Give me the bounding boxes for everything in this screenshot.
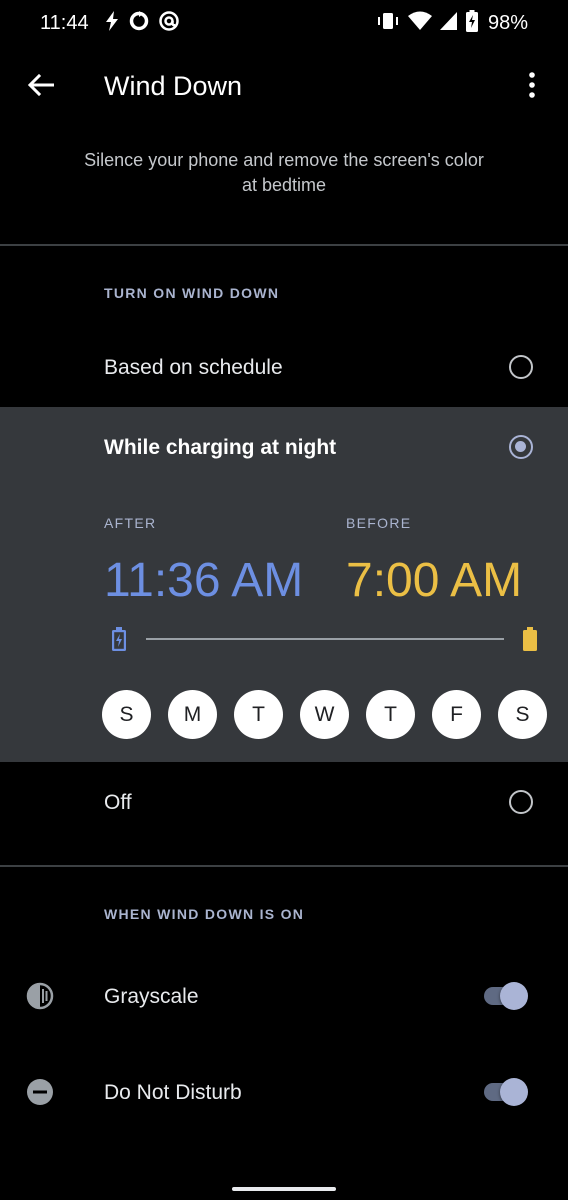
option-label: Based on schedule [104, 356, 283, 379]
day-wednesday[interactable]: W [300, 690, 349, 739]
overflow-menu-button[interactable] [514, 66, 550, 104]
option-label-off: Off [104, 791, 132, 814]
back-button[interactable] [22, 66, 60, 104]
wifi-icon [407, 11, 432, 36]
day-tuesday[interactable]: T [234, 690, 283, 739]
after-label: AFTER [104, 515, 157, 531]
at-icon [158, 10, 180, 37]
vibrate-icon [376, 11, 400, 36]
divider [0, 244, 568, 246]
toggle-thumb [500, 982, 528, 1010]
status-icons-right: 98% [376, 9, 528, 37]
battery-full-icon [523, 627, 537, 656]
option-off[interactable]: Off [0, 763, 568, 843]
overflow-menu-icon [529, 72, 535, 98]
grayscale-toggle[interactable] [484, 981, 530, 1011]
flash-icon [104, 10, 120, 36]
day-sunday[interactable]: S [102, 690, 151, 739]
grayscale-icon [26, 982, 54, 1015]
setting-grayscale[interactable]: Grayscale [0, 950, 568, 1042]
day-saturday[interactable]: S [498, 690, 547, 739]
page-description: Silence your phone and remove the screen… [84, 150, 484, 195]
battery-charging-start-icon [112, 627, 126, 656]
do-not-disturb-icon [26, 1078, 54, 1111]
before-time[interactable]: 7:00 AM [346, 553, 522, 609]
day-thursday[interactable]: T [366, 690, 415, 739]
radio-based-on-schedule[interactable] [509, 355, 533, 379]
charging-timeline [146, 638, 504, 640]
radio-while-charging[interactable] [509, 435, 533, 459]
battery-charging-icon [465, 9, 478, 37]
after-time[interactable]: 11:36 AM [104, 553, 303, 609]
section-header-when-on: WHEN WIND DOWN IS ON [104, 906, 305, 922]
day-monday[interactable]: M [168, 690, 217, 739]
home-indicator[interactable] [232, 1187, 336, 1191]
section-header-turn-on: TURN ON WIND DOWN [104, 285, 280, 301]
sync-icon [128, 10, 150, 37]
day-friday[interactable]: F [432, 690, 481, 739]
setting-label-do-not-disturb: Do Not Disturb [104, 1081, 242, 1104]
before-label: BEFORE [346, 515, 412, 531]
battery-percentage: 98% [487, 11, 528, 34]
setting-label-grayscale: Grayscale [104, 985, 199, 1008]
do-not-disturb-toggle[interactable] [484, 1077, 530, 1107]
setting-do-not-disturb[interactable]: Do Not Disturb [0, 1046, 568, 1138]
status-time: 11:44 [40, 12, 89, 34]
toggle-thumb [500, 1078, 528, 1106]
status-icons-left [104, 10, 180, 36]
divider [0, 865, 568, 867]
option-label-charging[interactable]: While charging at night [104, 436, 336, 460]
signal-icon [439, 11, 458, 36]
radio-off[interactable] [509, 790, 533, 814]
back-arrow-icon [28, 74, 54, 96]
option-based-on-schedule[interactable]: Based on schedule [0, 330, 568, 406]
day-selector: S M T W T F S [102, 690, 547, 739]
page-title: Wind Down [104, 71, 243, 101]
